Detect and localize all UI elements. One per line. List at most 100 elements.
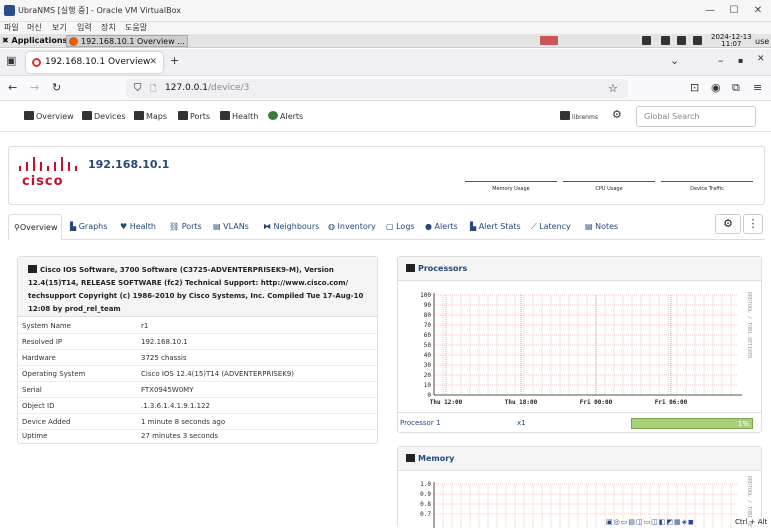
desktop-panel: ✖ Applications 192.168.10.1 Overview ...… xyxy=(0,34,771,48)
url-host: 127.0.0.1 xyxy=(165,83,208,93)
mini-graph-memory[interactable]: Memory Usage xyxy=(465,181,557,192)
tab-overview[interactable]: ⚲Overview xyxy=(8,214,62,241)
mini-graph-cpu[interactable]: CPU Usage xyxy=(563,181,655,192)
processors-header[interactable]: Processors xyxy=(398,257,761,281)
tab-vlans[interactable]: ▤ VLANs xyxy=(213,222,249,231)
back-icon[interactable]: ← xyxy=(8,81,17,94)
tab-latency-label: Latency xyxy=(539,222,571,231)
tab-alerts[interactable]: ● Alerts xyxy=(425,222,458,231)
nav-devices[interactable]: Devices xyxy=(82,111,126,121)
x-tick-label: Thu 18:00 xyxy=(505,399,538,406)
browser-tab[interactable]: 192.168.10.1 Overview ✕ xyxy=(26,52,163,73)
y-tick-label: 1.0 xyxy=(420,481,431,488)
info-value: 192.168.10.1 xyxy=(141,338,188,346)
window-close-icon[interactable]: ✕ xyxy=(757,54,765,64)
processor-row[interactable]: Processor 1 x1 1% xyxy=(397,412,762,433)
heart-icon xyxy=(220,111,230,120)
menu-help[interactable]: 도움말 xyxy=(125,22,147,33)
info-value: .1.3.6.1.4.1.9.1.122 xyxy=(141,402,211,410)
pocket-icon[interactable]: ⊡ xyxy=(690,81,699,94)
status-device-icons[interactable]: ▣◎▭▤◫▭◫◧◩▦◈◼ xyxy=(606,518,695,526)
list-tabs-icon[interactable]: ⌄ xyxy=(670,54,679,67)
global-search-input[interactable]: Global Search xyxy=(636,106,756,127)
page-info-icon[interactable]: 🗋 xyxy=(150,79,156,98)
nav-alerts[interactable]: Alerts xyxy=(268,111,303,121)
nav-ports[interactable]: Ports xyxy=(178,111,210,121)
taskbar-label: 192.168.10.1 Overview ... xyxy=(81,37,185,46)
tab-latency[interactable]: ⟋ Latency xyxy=(531,222,571,232)
tab-graphs[interactable]: ▙ Graphs xyxy=(70,222,107,231)
volume-icon[interactable] xyxy=(661,36,670,45)
nav-health[interactable]: Health xyxy=(220,111,258,121)
vbox-statusbar: ▣◎▭▤◫▭◫◧◩▦◈◼ Ctrl + Alt xyxy=(598,517,771,527)
device-settings-button[interactable]: ⚙ xyxy=(715,214,741,234)
url-bar[interactable]: ⛉ 🗋 127.0.0.1/device/3 ☆ xyxy=(126,79,628,98)
memory-title: Memory xyxy=(418,454,455,463)
panel-clock[interactable]: 2024-12-13 11:07 xyxy=(711,34,752,48)
menu-input[interactable]: 입력 xyxy=(77,22,92,33)
server-icon xyxy=(28,265,37,273)
settings-gear-icon[interactable]: ⚙ xyxy=(612,108,622,121)
mini-graph-traffic[interactable]: Device Traffic xyxy=(661,181,753,192)
processors-graph[interactable]: 1009080706050403020100Thu 12:00 Thu 18:00… xyxy=(398,282,761,412)
tab-overview-icon[interactable]: ▣ xyxy=(6,54,16,67)
taskbar-firefox[interactable]: 192.168.10.1 Overview ... xyxy=(66,35,188,47)
nav-maps-label: Maps xyxy=(146,112,168,121)
virtualbox-icon xyxy=(4,5,15,16)
info-key: Operating System xyxy=(22,370,86,378)
y-tick-label: 20 xyxy=(424,372,432,379)
window-restore-icon[interactable]: ▪ xyxy=(738,56,743,65)
tab-ports-label: Ports xyxy=(181,222,202,231)
close-icon[interactable]: ✕ xyxy=(748,3,768,19)
close-tab-icon[interactable]: ✕ xyxy=(149,52,157,73)
bookmark-star-icon[interactable]: ☆ xyxy=(608,79,618,98)
panel-user[interactable]: use xyxy=(755,37,769,46)
nav-maps[interactable]: Maps xyxy=(134,111,167,121)
memory-header[interactable]: Memory xyxy=(398,447,761,471)
network-icon[interactable] xyxy=(642,36,651,45)
forward-icon[interactable]: → xyxy=(30,81,39,94)
minimize-icon[interactable]: — xyxy=(700,3,720,19)
menu-view[interactable]: 보기 xyxy=(52,22,67,33)
tab-health[interactable]: ♥ Health xyxy=(120,222,156,231)
account-icon[interactable]: ◉ xyxy=(711,81,721,94)
nav-user[interactable]: librenms xyxy=(560,111,598,121)
applications-menu[interactable]: ✖ Applications xyxy=(2,36,67,45)
tab-ports[interactable]: ⛓ Ports xyxy=(169,222,202,231)
tab-inventory[interactable]: ◍ Inventory xyxy=(328,222,376,231)
y-tick-label: 40 xyxy=(424,352,432,359)
reload-icon[interactable]: ↻ xyxy=(52,81,61,94)
maximize-icon[interactable]: ☐ xyxy=(724,3,744,19)
shield-icon[interactable]: ⛉ xyxy=(134,79,142,98)
info-value: 27 minutes 3 seconds xyxy=(141,432,218,440)
tab-overview-label: Overview xyxy=(19,223,58,232)
app-menu-icon[interactable]: ≡ xyxy=(753,81,762,94)
nav-overview[interactable]: Overview xyxy=(24,111,74,121)
tab-neighbours[interactable]: ⧓ Neighbours xyxy=(263,222,319,231)
processor-name[interactable]: Processor 1 xyxy=(400,413,440,434)
menu-file[interactable]: 파일 xyxy=(4,22,19,33)
y-tick-label: 10 xyxy=(424,382,432,389)
firefox-tray-icon[interactable] xyxy=(540,36,558,45)
processors-title: Processors xyxy=(418,264,468,273)
clipboard-icon[interactable] xyxy=(677,36,686,45)
menu-devices[interactable]: 장치 xyxy=(101,22,116,33)
window-minimize-icon[interactable]: – xyxy=(718,54,724,67)
new-tab-icon[interactable]: + xyxy=(170,54,179,67)
tab-logs-label: Logs xyxy=(396,222,415,231)
info-row: Operating System Cisco IOS 12.4(15)T14 (A… xyxy=(18,366,377,382)
tab-alert-stats[interactable]: ▙ Alert Stats xyxy=(470,222,521,231)
menu-machine[interactable]: 머신 xyxy=(27,22,42,33)
device-hostname[interactable]: 192.168.10.1 xyxy=(88,158,169,171)
tab-notes[interactable]: ▤ Notes xyxy=(585,222,618,231)
tab-graphs-label: Graphs xyxy=(78,222,108,231)
description-line: 12:08 by prod_rel_team xyxy=(28,305,121,313)
info-row: Hardware 3725 chassis xyxy=(18,350,377,366)
host-key-label: Ctrl + Alt xyxy=(735,518,768,526)
extensions-icon[interactable]: ⧉ xyxy=(732,81,740,95)
device-more-button[interactable]: ⋮ xyxy=(743,214,763,234)
notification-icon[interactable] xyxy=(693,36,702,45)
info-key: Object ID xyxy=(22,402,55,410)
tab-logs[interactable]: ▢ Logs xyxy=(386,222,415,231)
info-value: FTX0945W0MY xyxy=(141,386,194,394)
